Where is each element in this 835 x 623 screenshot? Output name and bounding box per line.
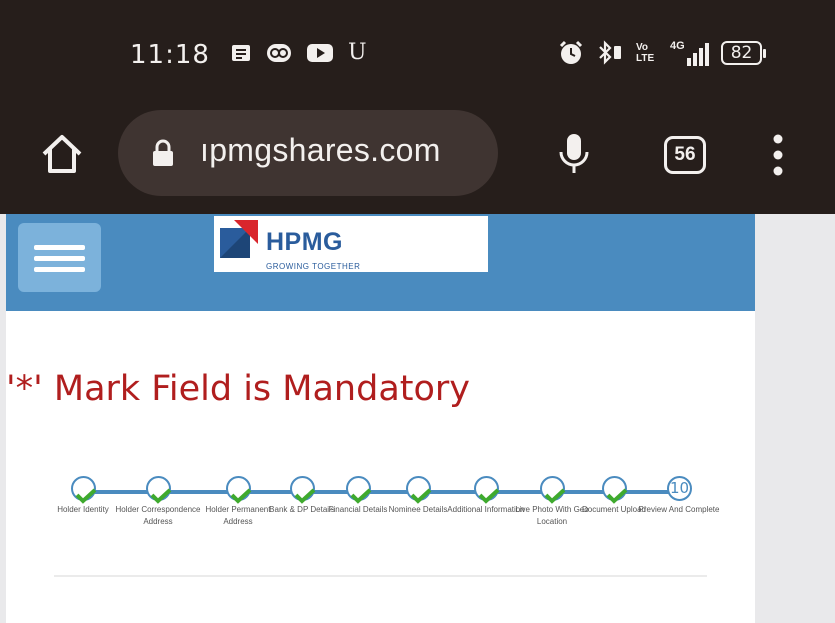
alarm-icon bbox=[559, 40, 583, 64]
checkmark-icon bbox=[294, 488, 316, 504]
more-options-icon[interactable] bbox=[768, 132, 788, 178]
youtube-icon bbox=[307, 44, 333, 62]
checkmark-icon bbox=[350, 488, 372, 504]
checkmark-icon bbox=[230, 488, 252, 504]
logo-mark-icon bbox=[220, 220, 258, 258]
address-bar[interactable]: ıpmgshares.com bbox=[118, 110, 498, 196]
checkmark-icon bbox=[478, 488, 500, 504]
site-logo[interactable]: HPMG GROWING TOGETHER bbox=[214, 216, 488, 272]
form-stepper: Holder Identity Holder Correspondence Add… bbox=[56, 472, 719, 552]
battery-indicator: 82 bbox=[720, 41, 766, 65]
checkmark-icon bbox=[150, 488, 172, 504]
hamburger-menu-button[interactable] bbox=[18, 223, 101, 292]
system-icons: Vo LTE 4G 82 bbox=[558, 40, 766, 66]
network-type-label: 4G bbox=[670, 40, 685, 52]
step-label: Holder Correspondence Address bbox=[115, 505, 201, 526]
mandatory-notice: '*' Mark Field is Mandatory bbox=[6, 369, 471, 409]
checkmark-icon bbox=[606, 488, 628, 504]
logo-text: HPMG bbox=[266, 228, 343, 256]
volte-icon: Vo LTE bbox=[636, 42, 655, 64]
checkmark-icon bbox=[410, 488, 432, 504]
logo-tagline: GROWING TOGETHER bbox=[266, 262, 361, 271]
notification-icons: U bbox=[230, 42, 367, 64]
sync-icon bbox=[267, 44, 291, 62]
clock: 11:18 bbox=[130, 40, 210, 70]
section-divider bbox=[54, 575, 707, 577]
notes-icon bbox=[232, 45, 250, 61]
checkmark-icon bbox=[544, 488, 566, 504]
checkmark-icon bbox=[75, 488, 97, 504]
home-icon[interactable] bbox=[38, 130, 86, 178]
status-bar: 11:18 U Vo LTE 4G 82 bbox=[0, 0, 835, 110]
step-label: Preview And Complete bbox=[638, 505, 720, 514]
lock-icon bbox=[153, 139, 173, 166]
step-circle: 10 bbox=[667, 476, 692, 501]
url-text[interactable]: ıpmgshares.com bbox=[200, 132, 441, 169]
site-header: HPMG GROWING TOGETHER bbox=[6, 214, 755, 311]
tab-switcher-button[interactable]: 56 bbox=[664, 136, 706, 174]
bluetooth-icon bbox=[599, 40, 621, 65]
web-page: HPMG GROWING TOGETHER '*' Mark Field is … bbox=[6, 214, 755, 623]
microphone-icon[interactable] bbox=[556, 130, 592, 178]
4g-signal-icon: 4G bbox=[670, 40, 709, 66]
browser-toolbar: ıpmgshares.com 56 bbox=[0, 110, 835, 214]
u-icon: U bbox=[348, 40, 367, 65]
